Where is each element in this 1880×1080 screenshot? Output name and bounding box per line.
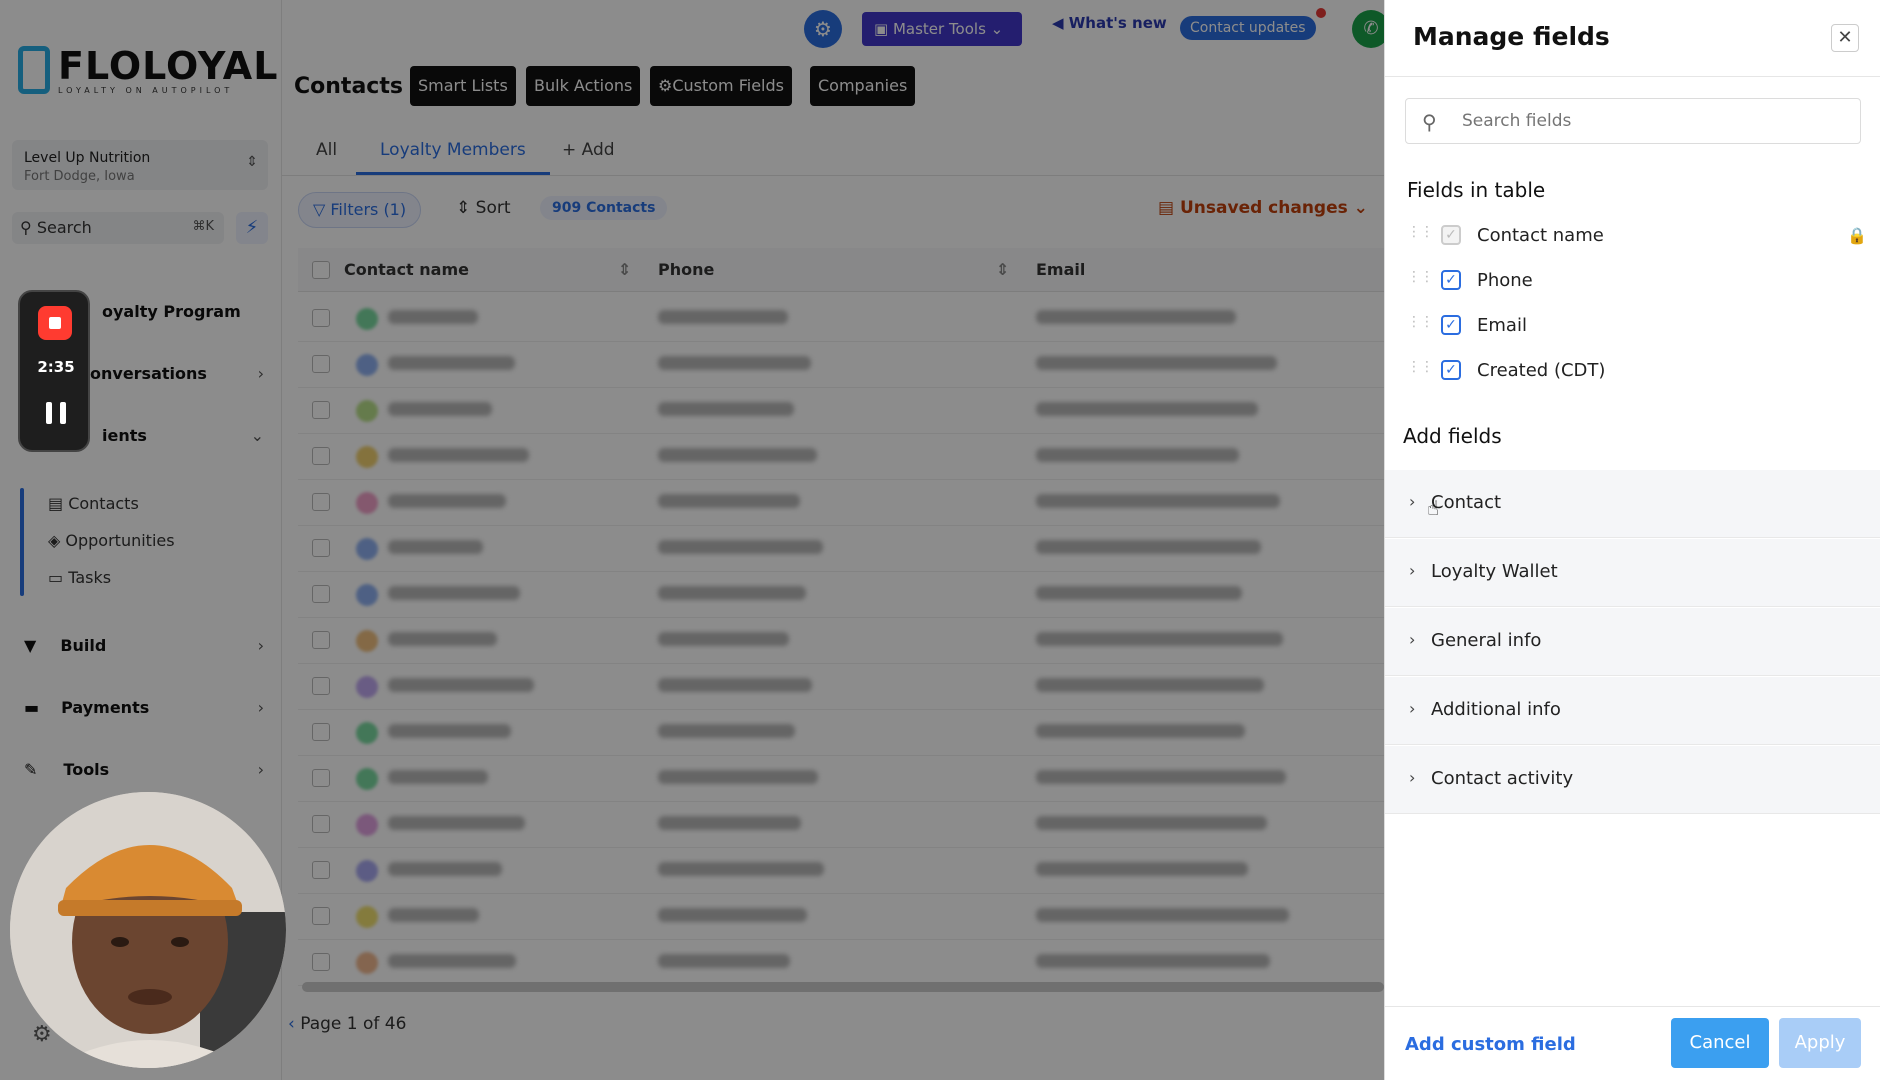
fields-in-table-heading: Fields in table xyxy=(1407,178,1546,202)
field-group-additional-info[interactable]: › Additional info xyxy=(1385,677,1880,745)
drag-handle-icon[interactable]: ⋮⋮ xyxy=(1407,315,1434,334)
drag-handle-icon[interactable]: ⋮⋮ xyxy=(1407,225,1434,244)
pause-button[interactable] xyxy=(46,402,66,424)
field-checkbox[interactable]: ✓ xyxy=(1441,270,1461,290)
field-checkbox: ✓ xyxy=(1441,225,1461,245)
gear-icon[interactable]: ⚙ xyxy=(32,1022,52,1047)
field-label: Contact name xyxy=(1477,225,1604,246)
divider xyxy=(1385,1006,1880,1007)
field-group-label: Additional info xyxy=(1431,699,1561,720)
field-group-label: General info xyxy=(1431,630,1542,651)
field-label: Email xyxy=(1477,315,1527,336)
field-search-input[interactable] xyxy=(1462,109,1842,133)
drag-handle-icon[interactable]: ⋮⋮ xyxy=(1407,360,1434,379)
field-checkbox[interactable]: ✓ xyxy=(1441,360,1461,380)
chevron-right-icon: › xyxy=(1409,630,1416,649)
apply-button[interactable]: Apply xyxy=(1779,1018,1861,1068)
field-row: ⋮⋮ ✓ Contact name 🔒 xyxy=(1407,218,1867,254)
field-group-label: Contact activity xyxy=(1431,768,1574,789)
field-group-general-info[interactable]: › General info xyxy=(1385,608,1880,676)
divider xyxy=(1385,76,1880,77)
panel-title: Manage fields xyxy=(1413,22,1610,51)
chevron-right-icon: › xyxy=(1409,561,1416,580)
drag-handle-icon[interactable]: ⋮⋮ xyxy=(1407,270,1434,289)
field-checkbox[interactable]: ✓ xyxy=(1441,315,1461,335)
field-group-loyalty-wallet[interactable]: › Loyalty Wallet xyxy=(1385,539,1880,607)
field-label: Created (CDT) xyxy=(1477,360,1606,381)
chevron-right-icon: › xyxy=(1409,492,1416,511)
chevron-right-icon: › xyxy=(1409,768,1416,787)
field-row: ⋮⋮ ✓ Email xyxy=(1407,308,1867,344)
screen-recorder: 2:35 xyxy=(18,290,90,452)
field-group-contact-activity[interactable]: › Contact activity xyxy=(1385,746,1880,814)
cancel-button[interactable]: Cancel xyxy=(1671,1018,1769,1068)
field-group-label: Contact xyxy=(1431,492,1502,513)
field-group-label: Loyalty Wallet xyxy=(1431,561,1558,582)
lock-icon: 🔒 xyxy=(1847,226,1867,245)
field-label: Phone xyxy=(1477,270,1533,291)
add-custom-field-link[interactable]: Add custom field xyxy=(1405,1034,1576,1055)
stop-recording-button[interactable] xyxy=(38,306,72,340)
mouse-cursor-icon: ☝ xyxy=(1427,496,1440,520)
field-row: ⋮⋮ ✓ Created (CDT) xyxy=(1407,353,1867,389)
field-search: ⚲ xyxy=(1405,98,1861,144)
manage-fields-panel: Manage fields ✕ ⚲ Fields in table ⋮⋮ ✓ C… xyxy=(1384,0,1880,1080)
chevron-right-icon: › xyxy=(1409,699,1416,718)
recording-time: 2:35 xyxy=(37,358,75,376)
add-fields-heading: Add fields xyxy=(1403,424,1502,448)
field-group-contact[interactable]: › Contact xyxy=(1385,470,1880,538)
close-icon[interactable]: ✕ xyxy=(1831,24,1859,52)
search-icon: ⚲ xyxy=(1422,110,1437,134)
field-row: ⋮⋮ ✓ Phone xyxy=(1407,263,1867,299)
